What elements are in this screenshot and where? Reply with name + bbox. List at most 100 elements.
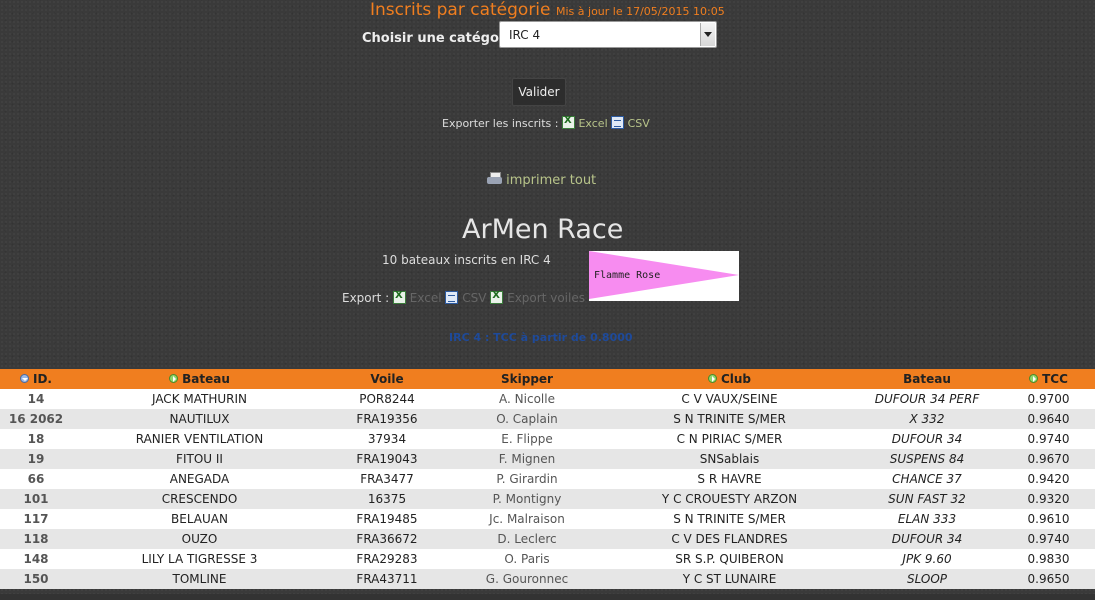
cell-boat: LILY LA TIGRESSE 3 — [141, 552, 258, 566]
export-registrants-label: Exporter les inscrits : — [442, 117, 559, 130]
table-row[interactable]: 150 TOMLINE FRA43711 G. Gouronnec Y C ST LUN… — [0, 569, 1095, 589]
cell-skipper: G. Gouronnec — [485, 572, 569, 586]
cell-sail: FRA36672 — [356, 532, 418, 546]
export-registrants: Exporter les inscrits : Excel CSV — [442, 115, 650, 130]
cell-skipper: E. Flippe — [501, 432, 553, 446]
cell-club: S N TRINITE S/MER — [673, 512, 786, 526]
cell-boat-type: DUFOUR 34 — [891, 432, 963, 446]
export-race: Export : Excel CSV Export voiles — [342, 290, 585, 305]
cell-sail: FRA19485 — [356, 512, 418, 526]
col-header-boat[interactable]: Bateau — [72, 369, 327, 389]
printer-icon[interactable] — [487, 172, 502, 185]
table-row[interactable]: 117 BELAUAN FRA19485 Jc. Malraison S N TRINI… — [0, 509, 1095, 529]
cell-tcc: 0.9740 — [1027, 432, 1070, 446]
col-header-boat-type: Bateau — [903, 372, 951, 386]
cell-sail: POR8244 — [359, 392, 415, 406]
export-race-excel-link[interactable]: Excel — [410, 291, 442, 305]
cell-club: C N PIRIAC S/MER — [676, 432, 783, 446]
excel-icon[interactable] — [490, 290, 504, 304]
excel-icon[interactable] — [561, 115, 575, 129]
category-flag: Flamme Rose — [589, 251, 739, 301]
print-all-link[interactable]: imprimer tout — [506, 173, 596, 188]
cell-tcc: 0.9740 — [1027, 532, 1070, 546]
cell-boat-type: SUN FAST 32 — [888, 492, 966, 506]
cell-tcc: 0.9640 — [1027, 412, 1070, 426]
export-race-label: Export : — [342, 291, 390, 305]
export-excel-link[interactable]: Excel — [578, 117, 607, 130]
cell-club: Y C CROUESTY ARZON — [661, 492, 798, 506]
cell-skipper: P. Montigny — [492, 492, 562, 506]
cell-id: 66 — [27, 472, 45, 486]
flag-label: Flamme Rose — [594, 270, 661, 281]
cell-boat-type: CHANCE 37 — [892, 472, 962, 486]
cell-tcc: 0.9650 — [1027, 572, 1070, 586]
cell-tcc: 0.9420 — [1027, 472, 1070, 486]
export-race-csv-link[interactable]: CSV — [462, 291, 486, 305]
cell-sail: FRA29283 — [356, 552, 418, 566]
print-all[interactable]: imprimer tout — [487, 172, 596, 188]
cell-skipper: O. Paris — [504, 552, 550, 566]
cell-club: C V VAUX/SEINE — [681, 392, 778, 406]
cell-club: C V DES FLANDRES — [671, 532, 788, 546]
cell-sail: FRA43711 — [356, 572, 418, 586]
cell-skipper: P. Girardin — [496, 472, 558, 486]
table-row[interactable]: 16 2062 NAUTILUX FRA19356 O. Caplain S N TRI… — [0, 409, 1095, 429]
cell-sail: FRA19356 — [356, 412, 418, 426]
cell-skipper: Jc. Malraison — [489, 512, 565, 526]
table-row[interactable]: 148 LILY LA TIGRESSE 3 FRA29283 O. Paris SR … — [0, 549, 1095, 569]
cell-boat: ANEGADA — [169, 472, 230, 486]
cell-id: 101 — [23, 492, 49, 506]
cell-tcc: 0.9670 — [1027, 452, 1070, 466]
csv-icon[interactable] — [611, 116, 625, 129]
cell-tcc: 0.9700 — [1027, 392, 1070, 406]
page-title: Inscrits par catégorie — [370, 0, 551, 20]
sort-icon[interactable] — [169, 374, 179, 383]
cell-skipper: A. Nicolle — [499, 392, 555, 406]
col-header-tcc[interactable]: TCC — [1002, 369, 1095, 389]
sort-desc-icon[interactable] — [20, 374, 29, 383]
table-row[interactable]: 118 OUZO FRA36672 D. Leclerc C V DES FLANDRE… — [0, 529, 1095, 549]
table-row[interactable]: 66 ANEGADA FRA3477 P. Girardin S R HAVRE CHAN… — [0, 469, 1095, 489]
validate-button[interactable]: Valider — [512, 78, 566, 106]
cell-id: 18 — [27, 432, 45, 446]
csv-icon[interactable] — [445, 291, 459, 304]
cell-tcc: 0.9320 — [1027, 492, 1070, 506]
export-csv-link[interactable]: CSV — [628, 117, 650, 130]
tcc-note: IRC 4 : TCC à partir de 0.8000 — [449, 331, 633, 344]
cell-boat-type: DUFOUR 34 — [891, 532, 963, 546]
export-sails-link[interactable]: Export voiles — [507, 291, 585, 305]
chevron-down-icon[interactable] — [700, 23, 715, 46]
col-header-sail: Voile — [370, 372, 404, 386]
cell-boat: BELAUAN — [171, 512, 228, 526]
entries-table: ID. Bateau Voile Skipper Club Bateau TCC… — [0, 369, 1095, 589]
col-header-club[interactable]: Club — [607, 369, 852, 389]
cell-club: S R HAVRE — [697, 472, 762, 486]
race-title: ArMen Race — [462, 214, 624, 245]
cell-tcc: 0.9610 — [1027, 512, 1070, 526]
category-select-value: IRC 4 — [509, 28, 541, 42]
category-select[interactable]: IRC 4 — [499, 21, 717, 48]
cell-club: SNSablais — [699, 452, 760, 466]
cell-sail: 37934 — [367, 432, 407, 446]
excel-icon[interactable] — [392, 290, 406, 304]
cell-club: Y C ST LUNAIRE — [682, 572, 777, 586]
cell-boat: RANIER VENTILATION — [135, 432, 264, 446]
cell-id: 14 — [27, 392, 45, 406]
cell-skipper: O. Caplain — [496, 412, 558, 426]
cell-sail: FRA3477 — [360, 472, 414, 486]
table-row[interactable]: 18 RANIER VENTILATION 37934 E. Flippe C N PI… — [0, 429, 1095, 449]
cell-club: S N TRINITE S/MER — [673, 412, 786, 426]
sort-icon[interactable] — [707, 374, 717, 383]
cell-skipper: F. Mignen — [498, 452, 556, 466]
col-header-id[interactable]: ID. — [0, 369, 72, 389]
table-row[interactable]: 101 CRESCENDO 16375 P. Montigny Y C CROUESTY… — [0, 489, 1095, 509]
cell-boat: FITOU II — [176, 452, 223, 466]
cell-id: 150 — [23, 572, 49, 586]
sort-icon[interactable] — [1029, 374, 1039, 383]
table-row[interactable]: 14 JACK MATHURIN POR8244 A. Nicolle C V VAUX… — [0, 389, 1095, 409]
cell-id: 118 — [23, 532, 49, 546]
table-row[interactable]: 19 FITOU II FRA19043 F. Mignen SNSablais SUSP… — [0, 449, 1095, 469]
cell-boat-type: SLOOP — [906, 572, 948, 586]
cell-boat-type: JPK 9.60 — [902, 552, 952, 566]
bottom-bar — [0, 594, 1095, 600]
